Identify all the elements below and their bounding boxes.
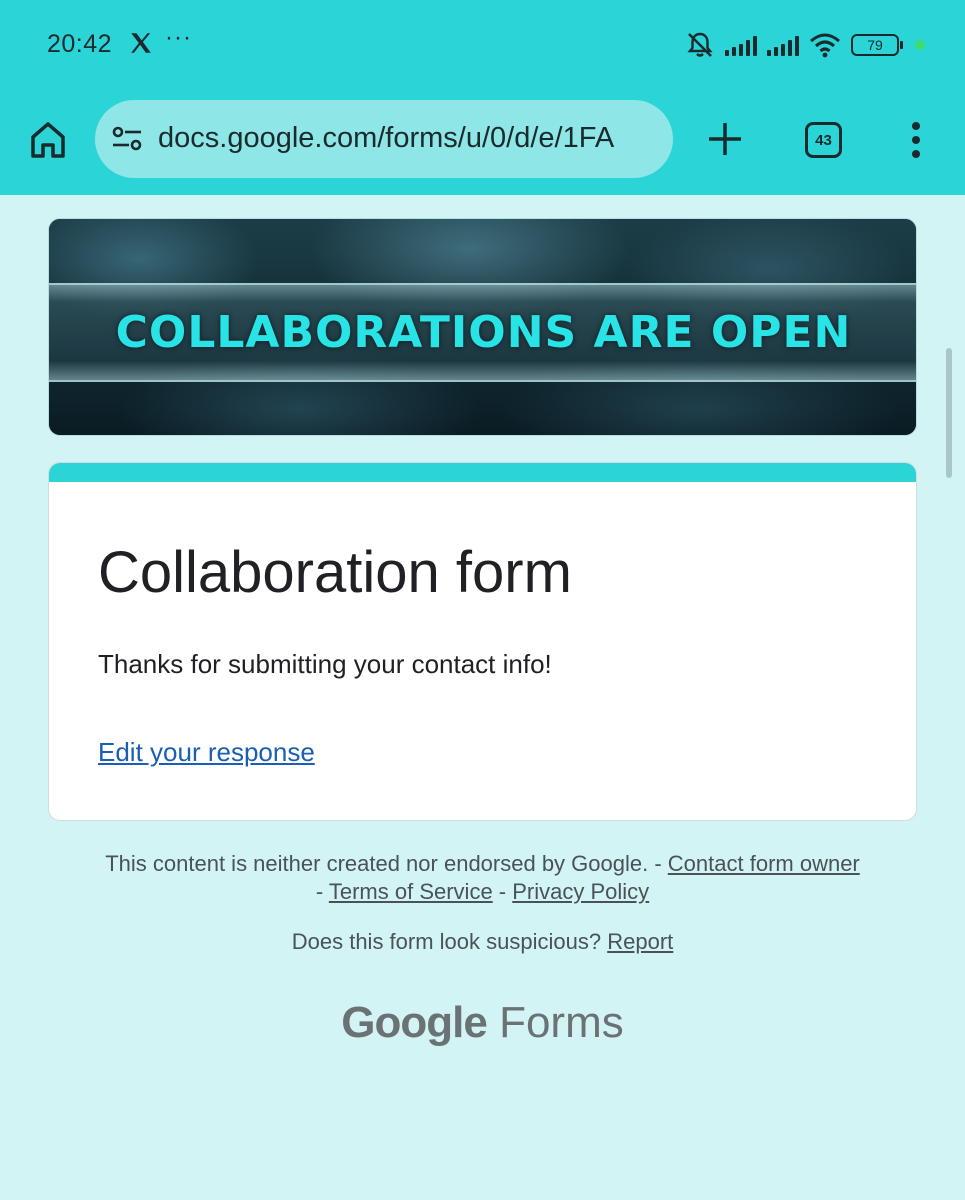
privacy-link[interactable]: Privacy Policy xyxy=(512,879,649,904)
disclaimer: This content is neither created nor endo… xyxy=(100,850,865,906)
contact-owner-link[interactable]: Contact form owner xyxy=(668,851,860,876)
privacy-indicator-dot xyxy=(915,40,925,50)
form-header-banner: COLLABORATIONS ARE OPEN xyxy=(48,218,917,436)
separator: - xyxy=(315,879,329,904)
browser-chrome: 20:42 ··· 79 docs.google.com/forms/u/0/d… xyxy=(0,0,965,195)
site-settings-icon[interactable] xyxy=(111,125,143,153)
form-card: Collaboration form Thanks for submitting… xyxy=(48,462,917,821)
edit-response-link[interactable]: Edit your response xyxy=(98,737,315,768)
tab-count: 43 xyxy=(815,131,832,149)
brand-forms: Forms xyxy=(499,998,624,1047)
battery-level: 79 xyxy=(867,37,883,53)
disclaimer-text: This content is neither created nor endo… xyxy=(105,851,662,876)
report-line: Does this form look suspicious? Report xyxy=(100,929,865,955)
status-time: 20:42 xyxy=(47,30,113,58)
brand-google: Google xyxy=(341,998,488,1047)
new-tab-icon[interactable] xyxy=(704,118,746,160)
separator: - xyxy=(492,879,513,904)
x-logo-icon xyxy=(131,33,151,53)
page-scrollbar[interactable] xyxy=(946,348,952,478)
suspicious-text: Does this form look suspicious? xyxy=(291,929,602,954)
banner-text: COLLABORATIONS ARE OPEN xyxy=(115,307,852,358)
form-title: Collaboration form xyxy=(98,540,572,605)
battery-icon: 79 xyxy=(851,34,903,56)
tab-switcher-button[interactable]: 43 xyxy=(805,122,842,158)
confirmation-message: Thanks for submitting your contact info! xyxy=(98,649,552,679)
status-bar: 20:42 ··· 79 xyxy=(0,0,965,90)
status-icons: 79 xyxy=(685,28,925,62)
browser-toolbar: docs.google.com/forms/u/0/d/e/1FA 43 xyxy=(0,96,965,186)
signal-icon xyxy=(725,34,757,56)
form-accent-bar xyxy=(49,463,916,482)
report-link[interactable]: Report xyxy=(607,929,673,954)
overflow-menu-icon[interactable] xyxy=(906,118,926,162)
url-text[interactable]: docs.google.com/forms/u/0/d/e/1FA xyxy=(158,122,614,155)
bell-off-icon xyxy=(687,32,713,57)
signal-icon xyxy=(767,34,799,56)
status-more: ··· xyxy=(165,24,192,51)
terms-link[interactable]: Terms of Service xyxy=(329,879,493,904)
wifi-icon xyxy=(810,33,840,58)
google-forms-logo: Google Forms xyxy=(0,998,965,1048)
home-icon[interactable] xyxy=(26,118,70,162)
address-bar[interactable]: docs.google.com/forms/u/0/d/e/1FA xyxy=(95,100,673,178)
